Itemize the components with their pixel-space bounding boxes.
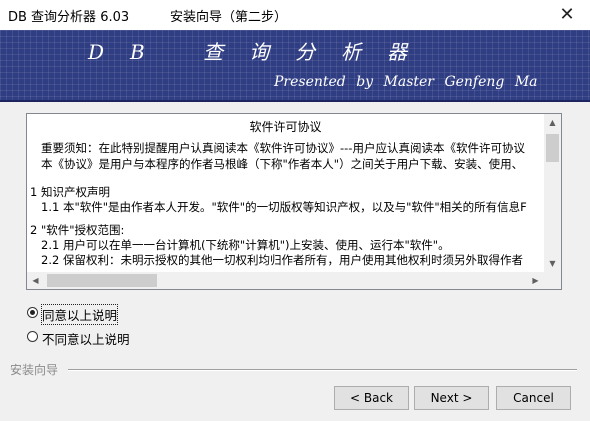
scroll-down-icon[interactable]: ▼ — [544, 255, 561, 272]
vertical-scroll-thumb[interactable] — [546, 134, 559, 162]
cancel-button[interactable]: Cancel — [496, 386, 571, 410]
next-button[interactable]: Next > — [414, 386, 489, 410]
radio-unchecked-icon[interactable] — [27, 331, 38, 342]
scroll-right-icon[interactable]: ▶ — [527, 272, 544, 289]
license-line: 1 知识产权声明 — [30, 185, 110, 199]
license-line: 1.1 本"软件"是由作者本人开发。"软件"的一切版权等知识产权，以及与"软件"… — [41, 200, 527, 214]
banner-title: DB 查询分析器 — [88, 40, 434, 64]
license-heading: 软件许可协议 — [249, 120, 322, 134]
license-line: 2.1 用户可以在单一一台计算机(下统称"计算机")上安装、使用、运行本"软件"… — [41, 238, 450, 252]
license-line: 本《协议》是用户与本程序的作者马根峰（下称"作者本人"）之间关于用户下载、安装、… — [41, 157, 524, 171]
horizontal-scrollbar[interactable]: ◀ ▶ — [27, 272, 544, 289]
scrollbar-corner — [544, 272, 561, 289]
scroll-up-icon[interactable]: ▲ — [544, 114, 561, 131]
disagree-label[interactable]: 不同意以上说明 — [42, 329, 130, 348]
license-line: 2.2 保留权利：未明示授权的其他一切权利均归作者所有，用户使用其他权利时须另外… — [41, 253, 523, 267]
banner-subtitle: Presented by Master Genfeng Ma — [274, 74, 538, 90]
close-button[interactable]: ✕ — [544, 0, 590, 30]
license-line: 重要须知：在此特别提醒用户认真阅读本《软件许可协议》---用户应认真阅读本《软件… — [41, 141, 525, 155]
license-content: 软件许可协议 重要须知：在此特别提醒用户认真阅读本《软件许可协议》---用户应认… — [27, 114, 544, 272]
dialog-title: 安装向导（第二步） — [170, 10, 288, 25]
title-bar: DB 查询分析器 6.03 安装向导（第二步） ✕ — [0, 0, 590, 30]
license-textbox[interactable]: 软件许可协议 重要须知：在此特别提醒用户认真阅读本《软件许可协议》---用户应认… — [26, 113, 562, 290]
banner: DB 查询分析器 Presented by Master Genfeng Ma — [0, 30, 590, 102]
horizontal-scroll-thumb[interactable] — [47, 274, 157, 287]
back-button[interactable]: < Back — [334, 386, 409, 410]
app-title: DB 查询分析器 6.03 — [8, 10, 130, 25]
vertical-scrollbar[interactable]: ▲ ▼ — [544, 114, 561, 272]
scroll-left-icon[interactable]: ◀ — [27, 272, 44, 289]
group-label: 安装向导 — [10, 363, 59, 377]
separator — [68, 369, 577, 371]
agree-label[interactable]: 同意以上说明 — [40, 304, 119, 325]
radio-checked-icon[interactable] — [27, 307, 38, 318]
license-line: 2 "软件"授权范围: — [30, 223, 125, 237]
